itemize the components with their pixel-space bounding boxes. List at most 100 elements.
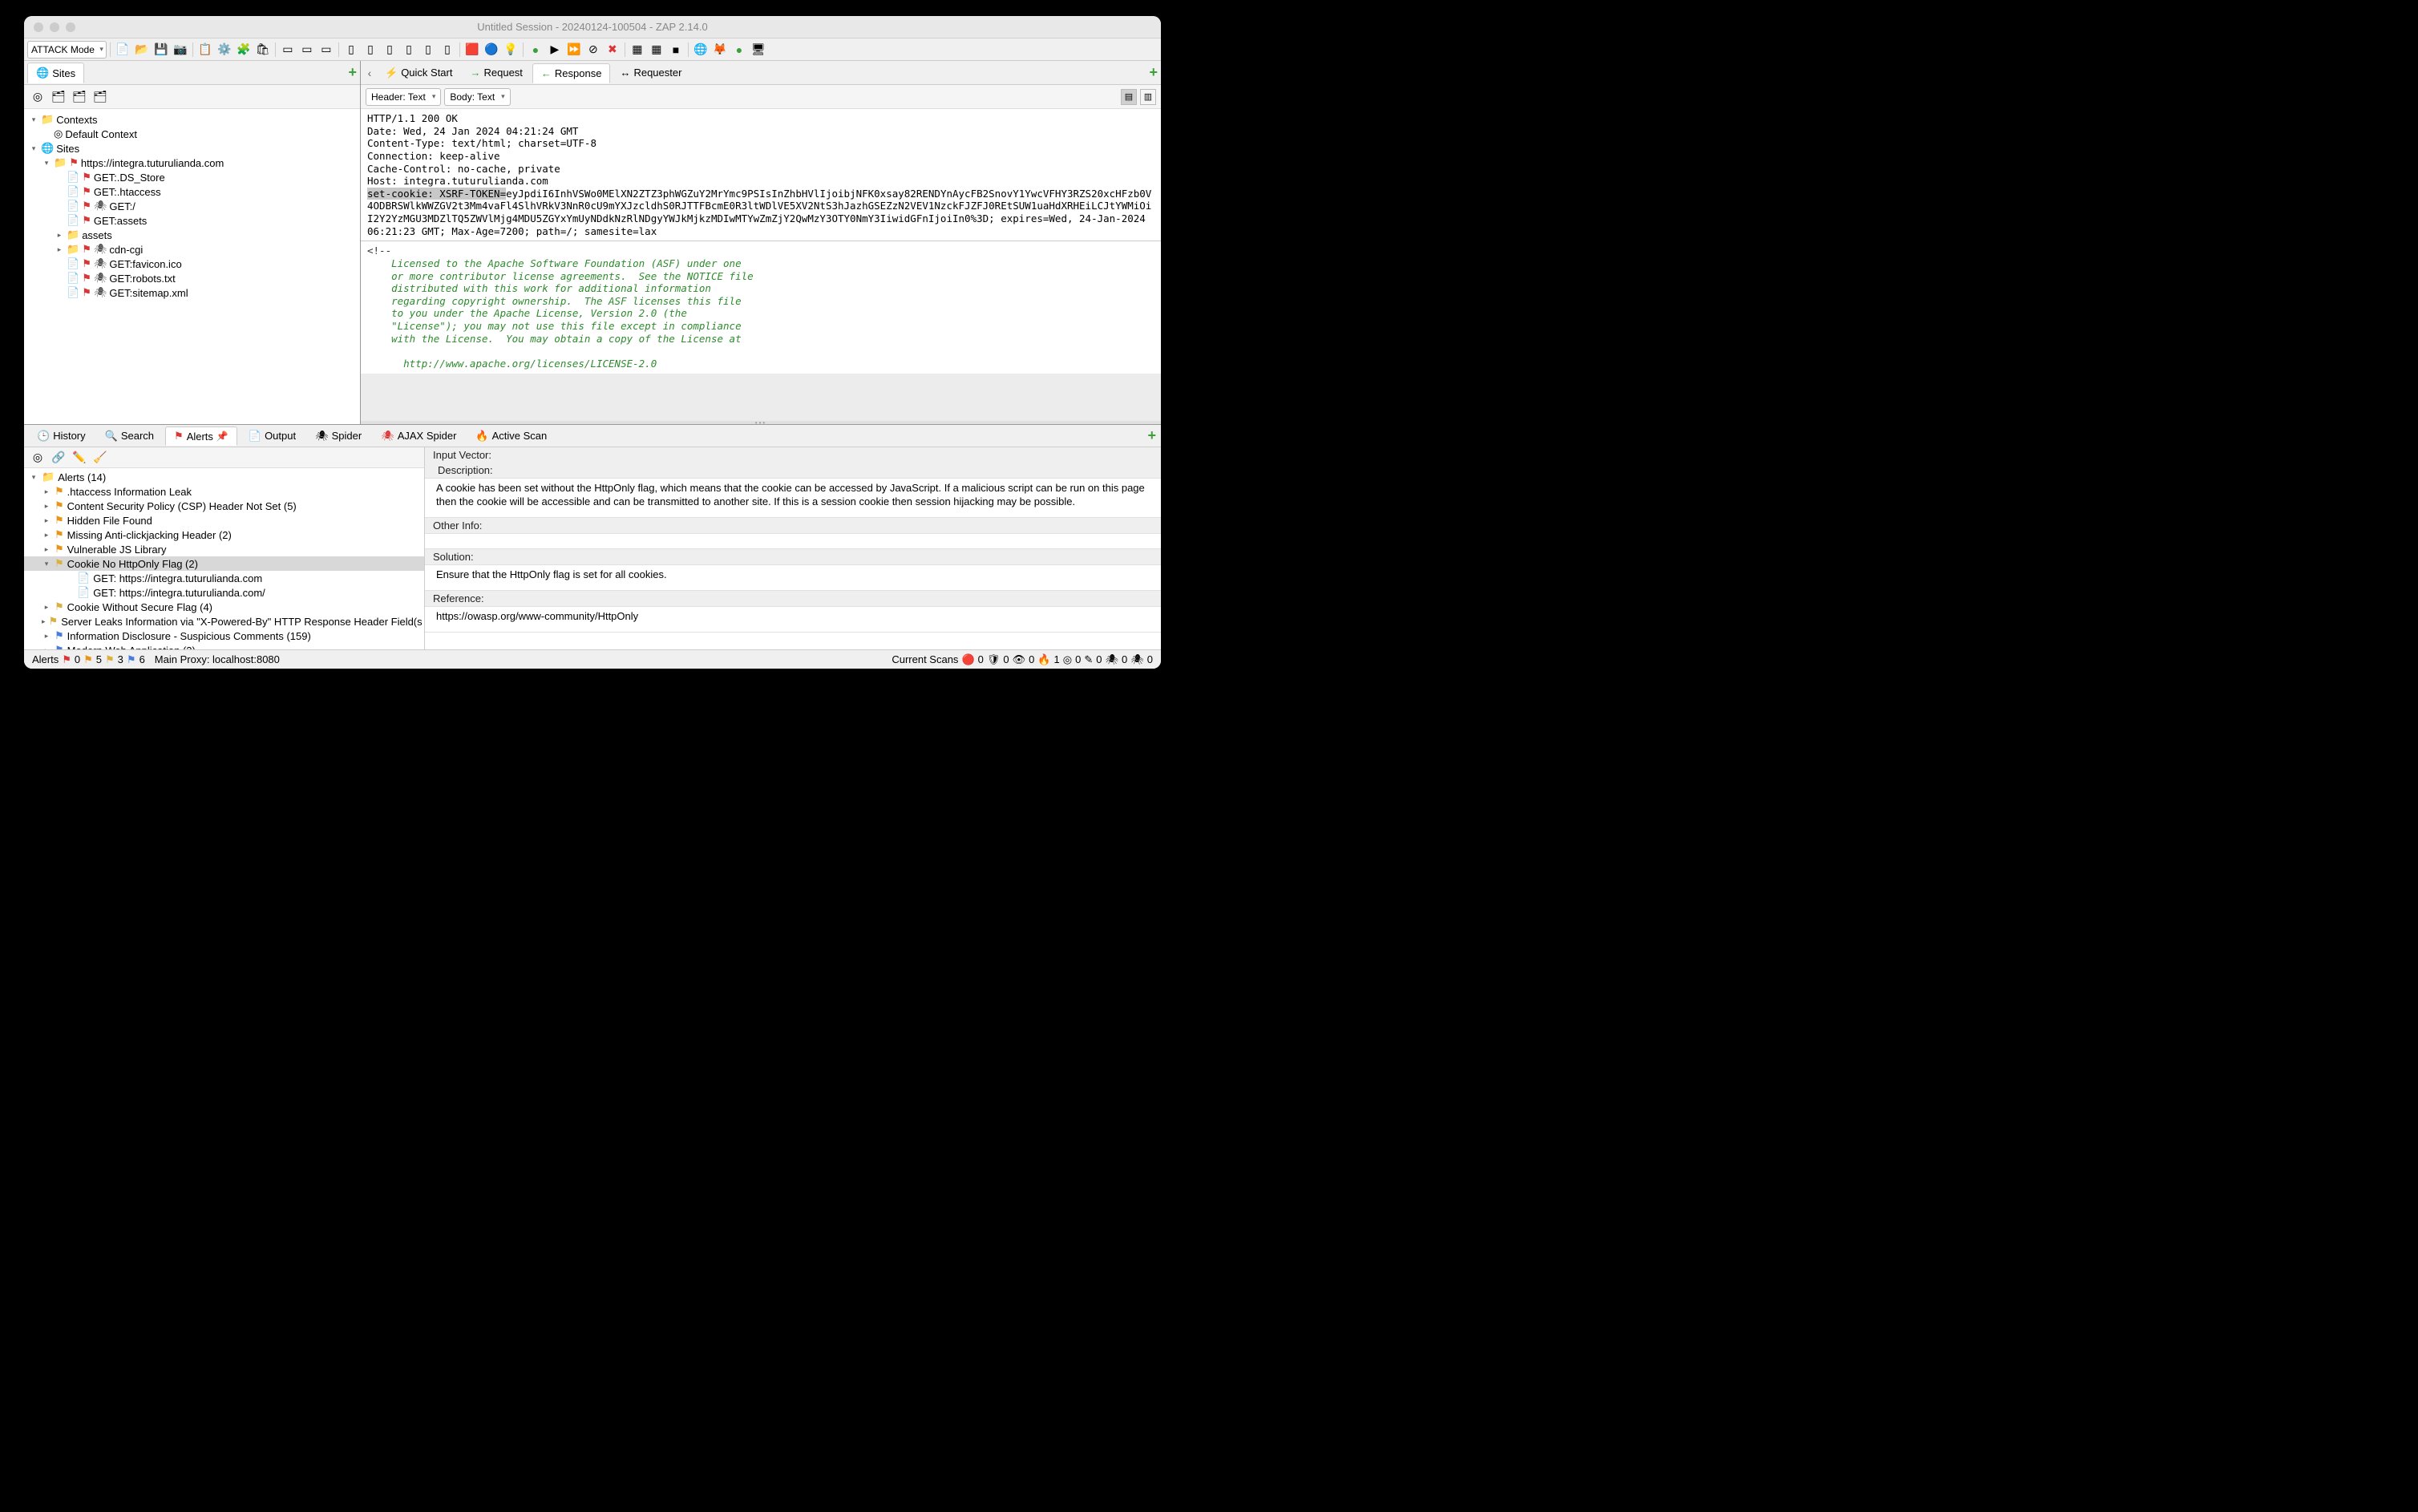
forced-user-icon[interactable]: ■	[667, 41, 685, 59]
alerts-tree[interactable]: ▾📁 Alerts (14) ▸⚑ .htaccess Information …	[24, 468, 424, 649]
continue-icon[interactable]: ⏩	[565, 41, 583, 59]
tab-active-scan[interactable]: 🔥Active Scan	[467, 427, 555, 445]
tab-spider[interactable]: 🕷Spider	[307, 427, 370, 445]
tab-response[interactable]: ←Response	[532, 63, 611, 83]
combined-view-icon[interactable]: ▥	[1140, 89, 1156, 105]
show-tab-icon[interactable]: 🟥	[463, 41, 481, 59]
alert-item[interactable]: ▸⚑ Vulnerable JS Library	[24, 542, 424, 556]
tab-ajax-spider[interactable]: 🕷AJAX Spider	[373, 427, 464, 445]
context-include-icon[interactable]: 🗂	[50, 88, 67, 106]
flag-orange-icon: ⚑	[83, 653, 93, 666]
reference-label: Reference:	[425, 591, 1161, 606]
response-pane: ‹ ⚡Quick Start →Request ←Response ↔Reque…	[361, 61, 1161, 424]
alert-item[interactable]: ▸⚑ Modern Web Application (2)	[24, 643, 424, 649]
context-scope-icon[interactable]: 🗂	[91, 88, 109, 106]
browser-chrome-icon[interactable]: 🌐	[692, 41, 710, 59]
description-label: Description:	[425, 463, 1161, 478]
alert-item[interactable]: ▸⚑ Information Disclosure - Suspicious C…	[24, 629, 424, 643]
scan-wand-icon: ✎	[1084, 653, 1093, 666]
addons-icon[interactable]: 🧩	[235, 41, 253, 59]
alert-item[interactable]: ▸⚑ Cookie Without Secure Flag (4)	[24, 600, 424, 614]
tab-layout1-icon[interactable]: ▯	[342, 41, 360, 59]
record-icon[interactable]: ●	[730, 41, 748, 59]
scan-target-icon: ◎	[1063, 653, 1072, 666]
tab-search[interactable]: 🔍Search	[97, 427, 162, 445]
scan-spider2-icon: 🕷	[1130, 653, 1144, 666]
marketplace-icon[interactable]: 🛍	[254, 41, 272, 59]
tab-layout4-icon[interactable]: ▯	[400, 41, 418, 59]
browser-firefox-icon[interactable]: 🦊	[711, 41, 729, 59]
layout2-icon[interactable]: ▭	[298, 41, 316, 59]
save-session-icon[interactable]: 💾	[152, 41, 170, 59]
header-view-select[interactable]: Header: Text	[366, 88, 441, 106]
other-info-text	[425, 533, 1161, 549]
tab-layout2-icon[interactable]: ▯	[362, 41, 379, 59]
monitor-icon[interactable]: 🖥	[750, 41, 767, 59]
sites-pane: 🌐 Sites + ◎ 🗂 🗂 🗂 ▾📁 Contexts ◎ Default …	[24, 61, 361, 424]
hint-icon[interactable]: 💡	[502, 41, 520, 59]
hide-tab-icon[interactable]: 🔵	[483, 41, 500, 59]
context-exclude-icon[interactable]: 🗂	[71, 88, 88, 106]
add-tab-icon[interactable]: +	[348, 64, 357, 81]
mode-select[interactable]: ATTACK Mode	[27, 41, 107, 59]
tab-history[interactable]: 🕒History	[29, 427, 94, 445]
response-headers[interactable]: HTTP/1.1 200 OK Date: Wed, 24 Jan 2024 0…	[361, 109, 1161, 241]
tab-alerts[interactable]: ⚑Alerts📌	[165, 427, 237, 446]
step-icon[interactable]: ▶	[546, 41, 564, 59]
tab-layout5-icon[interactable]: ▯	[419, 41, 437, 59]
tab-layout3-icon[interactable]: ▯	[381, 41, 398, 59]
alert-item[interactable]: ▸⚑ Server Leaks Information via "X-Power…	[24, 614, 424, 629]
window-controls	[34, 22, 75, 32]
snapshot-icon[interactable]: 📷	[172, 41, 189, 59]
current-scans-label: Current Scans	[892, 653, 958, 665]
alert-item[interactable]: ▸⚑ Missing Anti-clickjacking Header (2)	[24, 528, 424, 542]
alerts-target-icon[interactable]: ◎	[29, 449, 46, 467]
open-session-icon[interactable]: 📂	[133, 41, 151, 59]
tab-layout6-icon[interactable]: ▯	[439, 41, 456, 59]
toggle1-icon[interactable]: ▦	[629, 41, 646, 59]
response-body[interactable]: <!-- Licensed to the Apache Software Fou…	[361, 241, 1161, 373]
close-icon[interactable]	[34, 22, 43, 32]
other-info-label: Other Info:	[425, 518, 1161, 533]
tab-quick-start[interactable]: ⚡Quick Start	[377, 63, 460, 83]
add-bottom-tab-icon[interactable]: +	[1147, 427, 1156, 444]
tab-request[interactable]: →Request	[462, 63, 530, 82]
alert-instance[interactable]: 📄 GET: https://integra.tuturulianda.com	[24, 571, 424, 585]
break-icon[interactable]: ●	[527, 41, 544, 59]
drop-icon[interactable]: ⊘	[584, 41, 602, 59]
alert-item[interactable]: ▾⚑ Cookie No HttpOnly Flag (2)	[24, 556, 424, 571]
body-view-select[interactable]: Body: Text	[444, 88, 510, 106]
toggle2-icon[interactable]: ▦	[648, 41, 665, 59]
target-icon[interactable]: ◎	[29, 88, 46, 106]
minimize-icon[interactable]	[50, 22, 59, 32]
alert-item[interactable]: ▸⚑ Hidden File Found	[24, 513, 424, 528]
alert-item[interactable]: ▸⚑ .htaccess Information Leak	[24, 484, 424, 499]
flag-yellow-icon: ⚑	[105, 653, 115, 666]
solution-text: Ensure that the HttpOnly flag is set for…	[425, 564, 1161, 591]
options-icon[interactable]: ⚙️	[216, 41, 233, 59]
session-properties-icon[interactable]: 📋	[196, 41, 214, 59]
tab-requester[interactable]: ↔Requester	[612, 63, 689, 82]
app-window: Untitled Session - 20240124-100504 - ZAP…	[24, 16, 1161, 669]
splitter[interactable]	[361, 421, 1161, 424]
new-session-icon[interactable]: 📄	[114, 41, 131, 59]
alerts-link-icon[interactable]: 🔗	[50, 449, 67, 467]
proxy-label: Main Proxy: localhost:8080	[155, 653, 280, 665]
tab-sites[interactable]: 🌐 Sites	[27, 63, 84, 83]
scan-spider-icon: 🕷	[1106, 653, 1119, 666]
alerts-summary-label: Alerts	[32, 653, 59, 665]
alerts-edit-icon[interactable]: ✏️	[71, 449, 88, 467]
add-right-tab-icon[interactable]: +	[1149, 64, 1158, 81]
split-view-icon[interactable]: ▤	[1121, 89, 1137, 105]
layout3-icon[interactable]: ▭	[317, 41, 335, 59]
chevron-left-icon[interactable]: ‹	[364, 67, 375, 79]
zoom-icon[interactable]	[66, 22, 75, 32]
alerts-filter-icon[interactable]: 🧹	[91, 449, 109, 467]
alert-detail-pane: Input Vector: Description: A cookie has …	[425, 447, 1161, 649]
alert-instance[interactable]: 📄 GET: https://integra.tuturulianda.com/	[24, 585, 424, 600]
layout1-icon[interactable]: ▭	[279, 41, 297, 59]
bin-icon[interactable]: ✖	[604, 41, 621, 59]
tab-output[interactable]: 📄Output	[241, 427, 304, 445]
sites-tree[interactable]: ▾📁 Contexts ◎ Default Context ▾🌐 Sites ▾…	[24, 109, 360, 424]
alert-item[interactable]: ▸⚑ Content Security Policy (CSP) Header …	[24, 499, 424, 513]
